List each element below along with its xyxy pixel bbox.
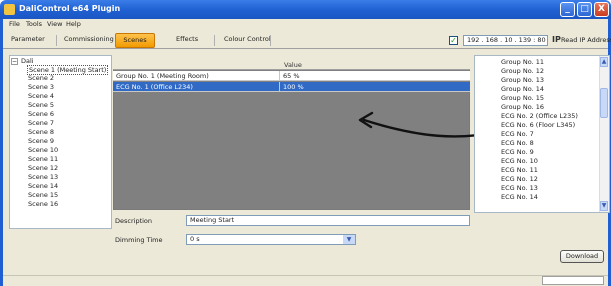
menu-tools[interactable]: Tools xyxy=(26,20,42,28)
dimming-time-label: Dimming Time xyxy=(115,236,163,244)
list-item[interactable]: ECG No. 8 xyxy=(501,139,534,147)
table-row[interactable]: Group No. 1 (Meeting Room) 65 % xyxy=(113,71,470,81)
list-item[interactable]: ECG No. 7 xyxy=(501,130,534,138)
close-button[interactable]: X xyxy=(594,2,609,17)
tree-item-scene-3[interactable]: Scene 3 xyxy=(28,83,54,91)
list-item[interactable]: ECG No. 6 (Floor L345) xyxy=(501,121,575,129)
tree-item-scene-12[interactable]: Scene 12 xyxy=(28,164,58,172)
list-item[interactable]: Group No. 16 xyxy=(501,103,544,111)
read-ip-address-button[interactable]: Read IP Address xyxy=(561,36,611,44)
list-item[interactable]: ECG No. 9 xyxy=(501,148,534,156)
list-item[interactable]: ECG No. 12 xyxy=(501,175,538,183)
list-scrollbar[interactable] xyxy=(599,56,609,212)
tree-item-scene-2[interactable]: Scene 2 xyxy=(28,74,54,82)
scrollbar-thumb[interactable] xyxy=(600,88,608,118)
tree-root-dali[interactable]: Dali xyxy=(21,57,34,65)
list-item[interactable]: Group No. 13 xyxy=(501,76,544,84)
collapse-icon[interactable]: − xyxy=(11,58,18,65)
menu-file[interactable]: File xyxy=(9,20,20,28)
menu-help[interactable]: Help xyxy=(66,20,81,28)
tree-item-scene-13[interactable]: Scene 13 xyxy=(28,173,58,181)
tree-item-scene-14[interactable]: Scene 14 xyxy=(28,182,58,190)
tree-item-scene-7[interactable]: Scene 7 xyxy=(28,119,54,127)
tab-separator xyxy=(270,35,271,46)
row-name: Group No. 1 (Meeting Room) xyxy=(116,72,209,80)
tab-commissioning[interactable]: Commissioning xyxy=(60,33,118,48)
list-item[interactable]: ECG No. 2 (Office L235) xyxy=(501,112,578,120)
menu-view[interactable]: View xyxy=(47,20,62,28)
download-button[interactable]: Download xyxy=(560,250,604,263)
scroll-up-icon[interactable]: ▲ xyxy=(600,57,608,67)
ip-address-input[interactable]: 192 . 168 . 10 . 139 : 80 xyxy=(463,35,548,46)
scene-tree[interactable] xyxy=(9,55,112,229)
tree-item-scene-9[interactable]: Scene 9 xyxy=(28,137,54,145)
list-item[interactable]: Group No. 11 xyxy=(501,58,544,66)
window-title: DaliControl e64 Plugin xyxy=(19,4,121,13)
tab-parameter[interactable]: Parameter xyxy=(7,33,49,48)
chevron-down-icon[interactable]: ▼ xyxy=(343,235,355,244)
tree-item-scene-6[interactable]: Scene 6 xyxy=(28,110,54,118)
row-value[interactable]: 100 % xyxy=(283,83,304,91)
tab-separator xyxy=(56,35,57,46)
grid-header-value: Value xyxy=(284,61,302,69)
tree-item-scene-4[interactable]: Scene 4 xyxy=(28,92,54,100)
row-name: ECG No. 1 (Office L234) xyxy=(116,83,193,91)
tree-item-scene-5[interactable]: Scene 5 xyxy=(28,101,54,109)
status-panel xyxy=(542,276,604,285)
tree-item-scene-11[interactable]: Scene 11 xyxy=(28,155,58,163)
tree-item-scene-16[interactable]: Scene 16 xyxy=(28,200,58,208)
column-divider xyxy=(279,71,280,81)
ip-icon: IP xyxy=(552,35,561,44)
minimize-button[interactable]: _ xyxy=(560,2,575,17)
tab-scenes[interactable]: Scenes xyxy=(115,33,155,48)
tab-effects[interactable]: Effects xyxy=(172,33,202,48)
tab-separator xyxy=(214,35,215,46)
list-item[interactable]: ECG No. 10 xyxy=(501,157,538,165)
status-bar xyxy=(3,275,608,286)
column-divider xyxy=(279,82,280,92)
description-field[interactable]: Meeting Start xyxy=(186,215,470,226)
description-label: Description xyxy=(115,217,153,225)
list-item[interactable]: Group No. 14 xyxy=(501,85,544,93)
list-item[interactable]: Group No. 12 xyxy=(501,67,544,75)
dimming-time-select[interactable]: 0 s xyxy=(186,234,356,245)
list-item[interactable]: ECG No. 11 xyxy=(501,166,538,174)
tree-item-scene-8[interactable]: Scene 8 xyxy=(28,128,54,136)
ip-checkbox[interactable]: ✓ xyxy=(449,36,458,45)
tree-item-scene-10[interactable]: Scene 10 xyxy=(28,146,58,154)
scroll-down-icon[interactable]: ▼ xyxy=(600,201,608,211)
row-value[interactable]: 65 % xyxy=(283,72,300,80)
tree-item-scene-15[interactable]: Scene 15 xyxy=(28,191,58,199)
tab-colour-control[interactable]: Colour Control xyxy=(220,33,275,48)
app-icon xyxy=(4,4,15,15)
list-item[interactable]: ECG No. 14 xyxy=(501,193,538,201)
table-row[interactable]: ECG No. 1 (Office L234) 100 % xyxy=(113,82,470,92)
list-item[interactable]: Group No. 15 xyxy=(501,94,544,102)
list-item[interactable]: ECG No. 13 xyxy=(501,184,538,192)
menu-bar xyxy=(3,19,608,30)
maximize-button[interactable]: □ xyxy=(577,2,592,17)
